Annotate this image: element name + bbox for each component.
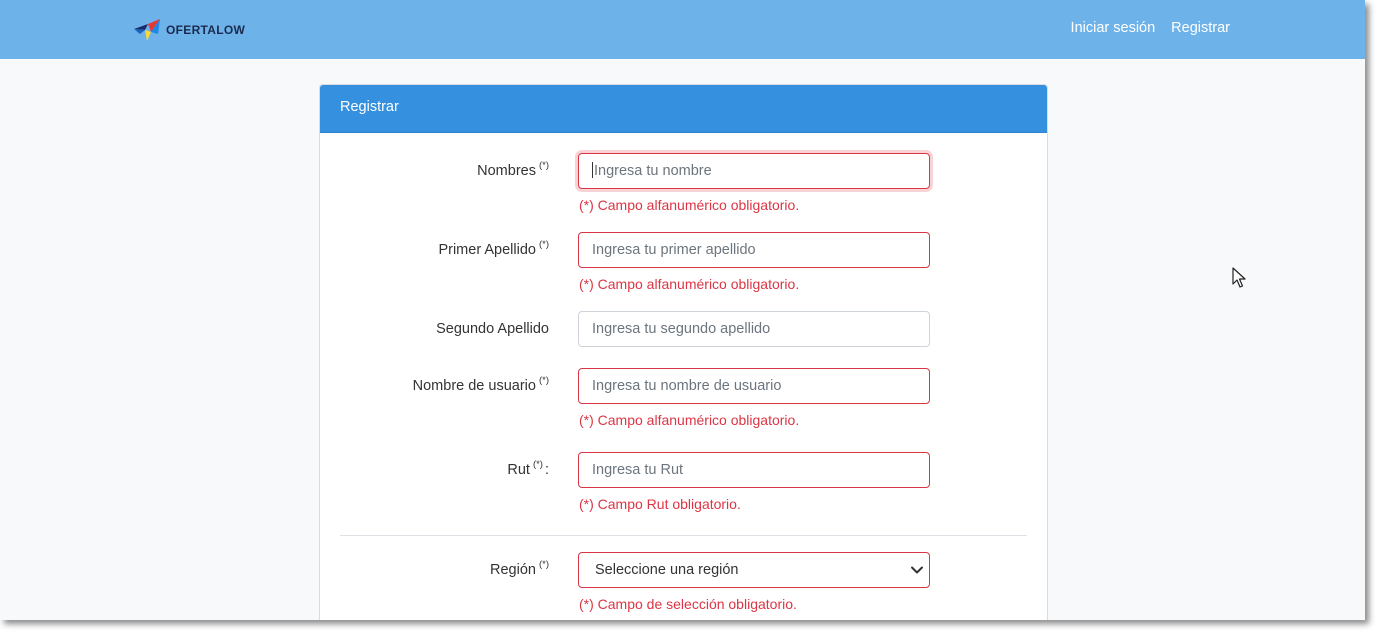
region-error: (*) Campo de selección obligatorio. [579,596,797,612]
section-divider [340,535,1027,536]
region-select[interactable]: Seleccione una región [578,552,930,588]
rut-input[interactable]: Ingresa tu Rut [578,452,930,488]
nombre-usuario-input[interactable]: Ingresa tu nombre de usuario [578,368,930,404]
required-mark: (*) [538,559,549,570]
chevron-down-icon [911,566,923,574]
nombre-usuario-error: (*) Campo alfanumérico obligatorio. [579,412,800,428]
mouse-pointer-icon [1232,267,1246,288]
required-mark: (*) [538,160,549,171]
register-card: Registrar Nombres (*) Ingresa tu nombre (… [319,84,1048,620]
label-segundo-apellido: Segundo Apellido [436,321,549,337]
label-primer-apellido: Primer Apellido (*) [438,239,549,258]
primer-apellido-error: (*) Campo alfanumérico obligatorio. [579,276,800,292]
required-mark: (*) [538,375,549,386]
label-nombre-usuario: Nombre de usuario (*) [412,375,549,394]
brand-logo[interactable]: OFERTALOW [134,17,245,43]
required-mark: (*) [532,459,543,470]
segundo-apellido-input[interactable]: Ingresa tu segundo apellido [578,311,930,347]
label-rut: Rut (*): [507,459,549,478]
nombres-input[interactable]: Ingresa tu nombre [578,153,930,189]
text-caret [592,162,593,179]
ofertalow-logo-icon [134,19,160,41]
nombres-error: (*) Campo alfanumérico obligatorio. [579,197,800,213]
rut-error: (*) Campo Rut obligatorio. [579,496,741,512]
brand-name: OFERTALOW [166,23,246,37]
card-title: Registrar [320,85,1047,133]
navbar: OFERTALOW Iniciar sesión Registrar [0,0,1365,59]
nav-login-link[interactable]: Iniciar sesión [1071,20,1156,36]
browser-page: OFERTALOW Iniciar sesión Registrar Regis… [0,0,1365,620]
label-region: Región (*) [490,559,549,578]
label-nombres: Nombres (*) [477,160,549,179]
nav-register-link[interactable]: Registrar [1171,20,1230,36]
primer-apellido-input[interactable]: Ingresa tu primer apellido [578,232,930,268]
nav-links: Iniciar sesión Registrar [1071,20,1230,36]
required-mark: (*) [538,239,549,250]
